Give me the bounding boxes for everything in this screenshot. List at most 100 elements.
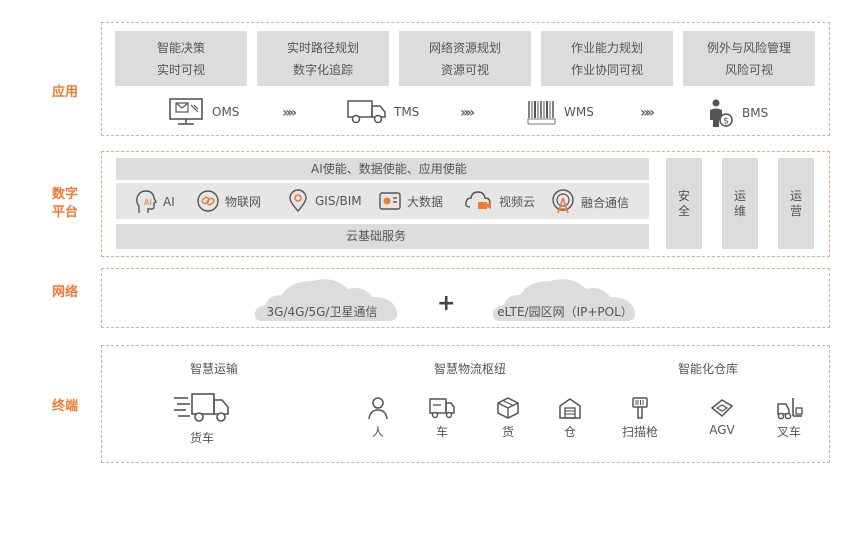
fast-truck-icon: [174, 393, 229, 422]
warehouse-icon: [559, 398, 581, 419]
terminal-item-vehicle: 车: [428, 396, 456, 440]
side-col-char: 安: [677, 188, 690, 203]
section-label-network: 网络: [51, 285, 78, 300]
side-col-char: 营: [789, 203, 802, 218]
platform-item-label: 视频云: [499, 194, 536, 209]
system-bms: $ BMS: [706, 98, 768, 128]
flow-arrows: »»: [460, 105, 475, 121]
platform-layer: AI使能、数据使能、应用使能 AI AI 物联网 GIS/BIM 大数据 视频云…: [101, 151, 830, 257]
group-title-warehouse: 智能化仓库: [677, 362, 738, 376]
delivery-truck-icon: [347, 100, 386, 124]
terminal-item-forklift: 叉车: [774, 396, 804, 440]
app-cell-line1: 例外与风险管理: [706, 40, 791, 55]
side-col-char: 运: [789, 188, 802, 203]
section-label-line: 平台: [51, 205, 78, 220]
app-cell-line2: 作业协同可视: [570, 62, 643, 77]
terminal-item-label: AGV: [709, 423, 735, 437]
platform-ops-col: 运 维: [722, 158, 758, 249]
system-wms: WMS: [526, 98, 594, 126]
video-cloud-icon: [465, 191, 491, 209]
system-oms: OMS: [168, 98, 239, 126]
terminal-item-label: 叉车: [776, 425, 801, 439]
terminal-item-agv: AGV: [708, 396, 736, 437]
terminal-item-label: 货: [501, 425, 514, 439]
system-label: BMS: [742, 106, 769, 120]
terminal-item-label: 人: [371, 425, 384, 439]
svg-text:$: $: [723, 117, 729, 127]
app-cell-line2: 数字化追踪: [292, 62, 353, 77]
system-tms: TMS: [346, 98, 419, 126]
person-icon: [368, 397, 388, 420]
system-label: WMS: [564, 105, 594, 119]
terminal-layer: 智慧运输 智慧物流枢纽 智能化仓库 货车 人 车 货 仓 扫描枪 AGV 叉车: [101, 345, 830, 463]
app-cell-decision: 智能决策 实时可视: [115, 31, 247, 86]
platform-cloud-base-row: 云基础服务: [116, 224, 649, 249]
side-col-char: 全: [677, 203, 690, 218]
app-cell-line1: 作业能力规划: [570, 40, 643, 55]
app-cell-capacity: 作业能力规划 作业协同可视: [541, 31, 673, 86]
section-label-platform: 数字 平台: [30, 186, 100, 222]
platform-enablement-label: AI使能、数据使能、应用使能: [311, 162, 467, 176]
network-right-label: eLTE/园区网（IP+POL）: [497, 305, 633, 319]
terminal-item-label: 扫描枪: [622, 425, 659, 439]
app-cell-line1: 智能决策: [156, 40, 205, 55]
system-label: TMS: [394, 105, 420, 119]
businessman-coin-icon: $: [710, 99, 733, 127]
platform-item-label: 物联网: [225, 194, 262, 209]
map-pin-icon: [289, 189, 307, 213]
side-col-char: 运: [733, 188, 746, 203]
section-label-app: 应用: [51, 85, 78, 100]
app-cell-risk: 例外与风险管理 风险可视: [683, 31, 815, 86]
platform-item-iot: 物联网: [196, 189, 261, 213]
app-cell-line1: 实时路径规划: [286, 40, 359, 55]
terminal-item-warehouse: 仓: [558, 396, 582, 440]
platform-item-unified-comm: 融合通信: [550, 189, 629, 215]
section-label-line: 数字: [51, 187, 78, 202]
agv-robot-icon: [710, 399, 734, 418]
iot-link-icon: [197, 190, 219, 212]
van-icon: [429, 398, 455, 419]
platform-enablement-row: AI使能、数据使能、应用使能: [116, 158, 649, 180]
section-label-terminal: 终端: [51, 399, 78, 414]
terminal-item-truck: 货车: [172, 390, 232, 446]
barcode-scanner-icon: [632, 397, 648, 419]
forklift-icon: [777, 398, 803, 420]
network-left-label: 3G/4G/5G/卫星通信: [266, 305, 378, 319]
terminal-item-label: 车: [435, 425, 448, 439]
app-layer: 智能决策 实时可视 实时路径规划 数字化追踪 网络资源规划 资源可视 作业能力规…: [101, 22, 830, 136]
platform-cloud-base-label: 云基础服务: [346, 229, 407, 243]
flow-arrows: »»: [640, 105, 655, 121]
barcode-icon: [527, 101, 556, 125]
system-label: OMS: [212, 105, 240, 119]
network-layer: 3G/4G/5G/卫星通信 + eLTE/园区网（IP+POL）: [101, 268, 830, 328]
monitor-mail-icon: [169, 98, 203, 125]
app-cell-line2: 风险可视: [724, 62, 773, 77]
platform-item-ai: AI AI: [134, 189, 175, 215]
terminal-item-label: 仓: [563, 425, 576, 439]
svg-text:AI: AI: [144, 198, 152, 207]
platform-item-label: GIS/BIM: [315, 194, 362, 208]
app-cell-line1: 网络资源规划: [428, 40, 501, 55]
group-title-transport: 智慧运输: [189, 362, 238, 376]
terminal-item-goods: 货: [496, 396, 520, 440]
platform-operation-col: 运 营: [778, 158, 814, 249]
app-cell-line2: 资源可视: [440, 62, 489, 77]
terminal-item-person: 人: [366, 396, 390, 440]
plus-icon: +: [437, 291, 456, 316]
app-cell-line2: 实时可视: [156, 62, 205, 77]
flow-arrows: »»: [282, 105, 297, 121]
group-title-hub: 智慧物流枢纽: [433, 362, 506, 376]
platform-item-gis: GIS/BIM: [286, 189, 362, 213]
app-cell-route: 实时路径规划 数字化追踪: [257, 31, 389, 86]
signal-tower-icon: [552, 189, 574, 214]
data-card-icon: [379, 192, 401, 210]
platform-item-label: 大数据: [407, 194, 444, 209]
platform-item-bigdata: 大数据: [378, 189, 443, 213]
app-cell-network-plan: 网络资源规划 资源可视: [399, 31, 531, 86]
platform-security-col: 安 全: [666, 158, 702, 249]
platform-item-label: AI: [163, 195, 175, 209]
terminal-item-label: 货车: [189, 431, 214, 445]
package-box-icon: [497, 397, 519, 419]
side-col-char: 维: [733, 203, 746, 218]
ai-head-icon: AI: [136, 190, 157, 213]
